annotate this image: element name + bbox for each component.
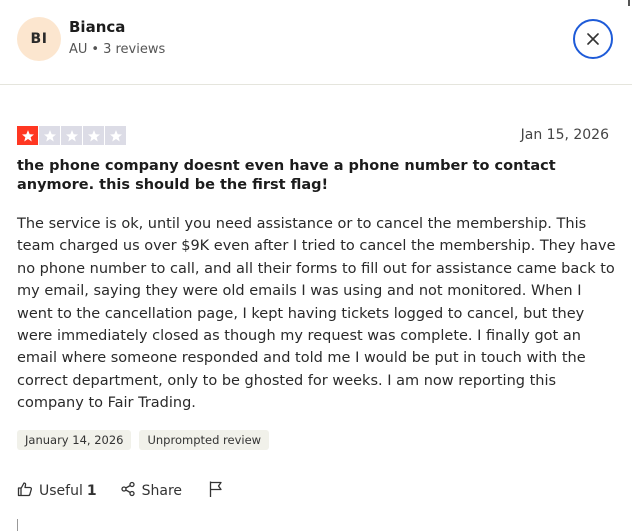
thumbs-up-icon <box>17 481 33 501</box>
reviewer-country: AU <box>69 42 88 57</box>
unprompted-review-tag[interactable]: Unprompted review <box>139 430 270 450</box>
useful-button[interactable]: Useful 1 <box>17 481 97 501</box>
reviewer-name[interactable]: Bianca <box>69 18 125 36</box>
share-button[interactable]: Share <box>120 481 182 501</box>
reviewer-meta: AU • 3 reviews <box>69 42 165 57</box>
star-empty <box>61 126 82 145</box>
review-actions: Useful 1 Share <box>17 480 224 502</box>
useful-text: Useful <box>39 483 83 499</box>
window-edge-mark <box>628 0 630 6</box>
star-icon <box>87 129 100 141</box>
share-icon <box>120 481 136 501</box>
star-icon <box>21 129 34 141</box>
next-review-edge <box>17 519 18 531</box>
share-label: Share <box>141 483 183 499</box>
star-filled <box>17 126 38 145</box>
experience-date-tag: January 14, 2026 <box>17 430 132 450</box>
avatar-initials: BI <box>30 31 48 47</box>
star-icon <box>43 129 56 141</box>
close-button[interactable] <box>573 19 613 59</box>
review-tags: January 14, 2026 Unprompted review <box>17 430 270 450</box>
review-date: Jan 15, 2026 <box>520 127 609 143</box>
review-title: the phone company doesnt even have a pho… <box>17 158 556 193</box>
star-rating <box>17 126 127 145</box>
star-icon <box>65 129 78 141</box>
review-body: The service is ok, until you need assist… <box>17 216 616 412</box>
report-flag-button[interactable] <box>208 480 224 502</box>
star-empty <box>39 126 60 145</box>
review-panel: BI Bianca AU • 3 reviews Jan 15, 2026 the … <box>0 0 632 531</box>
useful-label: Useful 1 <box>39 483 97 499</box>
star-empty <box>105 126 126 145</box>
useful-count: 1 <box>86 483 97 499</box>
avatar: BI <box>17 17 61 61</box>
flag-icon <box>208 480 224 502</box>
close-icon <box>587 30 599 49</box>
meta-separator: • <box>91 42 100 57</box>
star-icon <box>109 129 122 141</box>
star-empty <box>83 126 104 145</box>
reviewer-reviews-count: 3 reviews <box>103 42 166 57</box>
reviewer-header: BI Bianca AU • 3 reviews <box>0 0 632 85</box>
